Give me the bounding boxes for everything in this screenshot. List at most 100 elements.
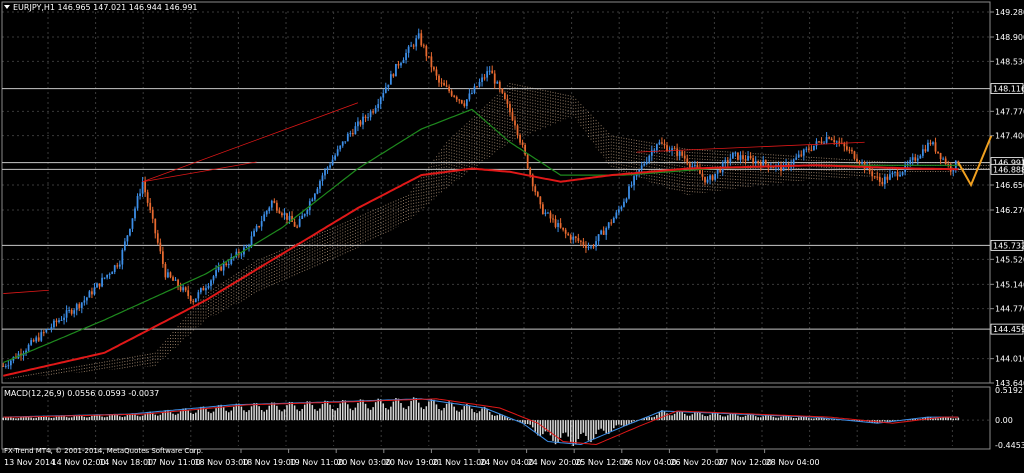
time-axis-label: 17 Nov 11:00	[147, 458, 201, 467]
price-axis-label: 146.650	[995, 181, 1024, 190]
candle-body	[392, 74, 395, 77]
candle-body	[559, 223, 562, 228]
candle-body	[131, 218, 134, 229]
candle-body	[577, 238, 580, 241]
candle-body	[630, 185, 633, 187]
candle-body	[623, 201, 625, 207]
candle-body	[427, 56, 430, 58]
candle-body	[491, 70, 494, 74]
candle-body	[265, 210, 268, 215]
candle-body	[344, 141, 347, 143]
candle-body	[536, 192, 539, 197]
candle-body	[324, 169, 326, 176]
candle-body	[737, 152, 739, 160]
candle-body	[367, 117, 369, 119]
candle-body	[134, 208, 136, 219]
candle-body	[278, 210, 281, 214]
candle-body	[552, 218, 554, 220]
candle-body	[655, 144, 658, 151]
candle-body	[607, 222, 610, 228]
candle-body	[463, 103, 466, 106]
candle-body	[405, 52, 407, 60]
candle-body	[883, 176, 886, 185]
chart-window[interactable]: EURJPY,H1 146.965 147.021 146.944 146.99…	[0, 0, 1024, 469]
candle-body	[554, 219, 557, 227]
candle-body	[724, 160, 727, 163]
time-axis-label: 25 Nov 12:00	[575, 458, 629, 467]
time-axis-label: 18 Nov 19:00	[242, 458, 296, 467]
candle-body	[103, 277, 106, 279]
candle-body	[845, 146, 848, 150]
candle-body	[359, 121, 362, 125]
candle-body	[764, 160, 767, 165]
candle-body	[192, 301, 195, 303]
candle-body	[805, 148, 808, 150]
candle-body	[210, 280, 212, 286]
candle-body	[448, 86, 451, 92]
watermark: FX-Trend MT4, © 2001-2014, MetaQuotes So…	[4, 447, 203, 455]
candle-body	[438, 75, 440, 83]
candle-body	[835, 141, 838, 143]
candle-body	[628, 186, 630, 199]
candle-body	[701, 173, 704, 177]
price-axis-label: 145.520	[995, 255, 1024, 264]
candle-body	[144, 181, 147, 193]
candle-body	[425, 46, 428, 57]
candle-body	[222, 263, 225, 271]
candle-body	[488, 70, 491, 72]
candle-body	[182, 287, 185, 291]
candle-body	[220, 266, 223, 271]
candle-body	[387, 84, 390, 88]
candle-body	[93, 287, 96, 295]
candle-body	[194, 298, 197, 303]
candle-body	[422, 45, 425, 47]
candle-body	[435, 69, 438, 76]
candle-body	[263, 214, 266, 222]
candle-body	[60, 319, 63, 321]
candle-body	[726, 160, 729, 163]
time-axis-label: 13 Nov 2014	[4, 458, 55, 467]
price-axis-label: 149.280	[995, 8, 1024, 17]
candle-body	[481, 77, 483, 82]
candle-body	[686, 158, 689, 164]
candle-body	[268, 207, 271, 211]
candle-body	[207, 285, 210, 289]
candle-body	[587, 246, 590, 249]
candle-body	[311, 199, 314, 202]
candle-body	[889, 174, 891, 180]
candle-body	[911, 157, 914, 160]
candle-body	[498, 81, 501, 89]
candle-body	[293, 221, 296, 227]
candle-body	[567, 233, 570, 236]
time-axis-label: 20 Nov 03:00	[337, 458, 391, 467]
candle-body	[585, 245, 587, 249]
price-tag-label: 146.888	[993, 165, 1024, 174]
candle-body	[116, 265, 119, 267]
candle-body	[199, 287, 202, 293]
time-axis-label: 18 Nov 03:00	[194, 458, 248, 467]
candle-body	[564, 229, 567, 234]
candle-body	[45, 329, 48, 333]
candle-body	[430, 56, 433, 68]
candle-body	[351, 133, 354, 135]
candle-body	[101, 277, 103, 287]
candle-body	[159, 242, 162, 252]
candle-body	[402, 59, 405, 64]
price-axis-label: 145.140	[995, 280, 1024, 289]
candle-body	[141, 181, 144, 194]
candle-body	[818, 141, 820, 143]
candle-body	[70, 310, 73, 314]
candle-body	[189, 295, 192, 302]
candle-body	[544, 212, 547, 215]
candle-body	[339, 145, 342, 150]
candle-body	[734, 152, 737, 154]
time-axis-label: 24 Nov 20:00	[528, 458, 582, 467]
candle-body	[838, 141, 841, 143]
price-chart[interactable]: EURJPY,H1 146.965 147.021 146.944 146.99…	[0, 0, 1024, 469]
candle-body	[270, 200, 273, 208]
candle-body	[706, 179, 709, 183]
candle-body	[688, 163, 691, 168]
candle-body	[673, 148, 676, 150]
candle-body	[354, 126, 357, 135]
candle-body	[96, 283, 98, 288]
